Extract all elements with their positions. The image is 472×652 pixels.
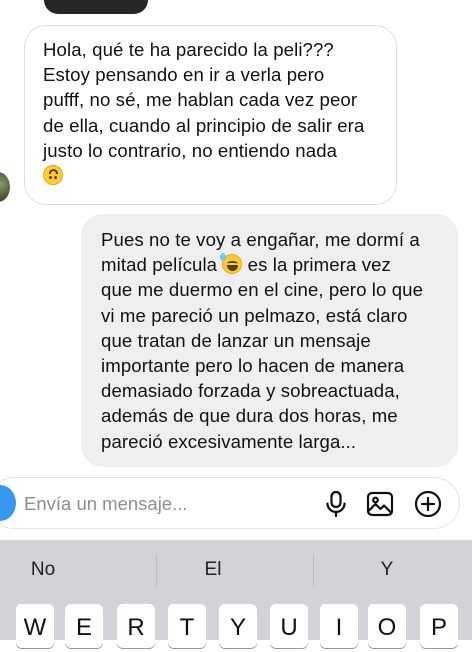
key-i[interactable]: I	[320, 604, 358, 648]
message-line: que tratan de lanzar un mensaje	[101, 329, 371, 351]
emoji-line	[43, 163, 380, 188]
message-line: mitad película es la primera vez	[101, 252, 444, 277]
key-o[interactable]: O	[368, 604, 406, 648]
keyboard: No El Y W E R T Y U I O P	[0, 540, 472, 648]
message-input[interactable]	[24, 491, 274, 517]
incoming-message-bubble[interactable]: Hola, qué te ha parecido la peli??? Esto…	[24, 25, 397, 205]
message-line: vi me pareció un pelmazo, está claro	[101, 304, 408, 326]
message-line: Hola, qué te ha parecido la peli???	[43, 39, 334, 60]
key-p[interactable]: P	[420, 604, 458, 648]
message-line: pareció excesivamente larga...	[101, 430, 357, 452]
message-line: Pues no te voy a engañar, me dormí a	[101, 229, 420, 250]
message-text: mitad película	[101, 254, 223, 276]
message-text: es la primera vez	[242, 254, 391, 276]
message-line: además de que dura dos horas, me	[101, 405, 398, 427]
message-line: importante pero lo hacen de manera	[101, 355, 405, 377]
upside-down-face-emoji	[43, 165, 63, 186]
microphone-icon[interactable]	[321, 489, 351, 519]
key-w[interactable]: W	[16, 604, 54, 648]
add-icon[interactable]	[413, 489, 443, 519]
suggestion-2[interactable]: El	[198, 559, 228, 581]
message-line: que me duermo en el cine, pero lo que	[101, 279, 424, 301]
suggestion-3[interactable]: Y	[372, 559, 402, 581]
key-y[interactable]: Y	[219, 604, 257, 648]
gallery-icon[interactable]	[365, 489, 395, 519]
message-line: demasiado forzada y sobreactuada,	[101, 380, 400, 402]
contact-avatar[interactable]	[0, 172, 10, 202]
previous-message-bubble	[44, 0, 148, 14]
outgoing-message-bubble[interactable]: Pues no te voy a engañar, me dormí a mit…	[81, 214, 458, 467]
key-t[interactable]: T	[168, 604, 206, 648]
grinning-sweat-emoji	[220, 253, 243, 275]
divider	[156, 554, 157, 586]
message-line: Estoy pensando en ir a verla pero	[43, 64, 325, 86]
message-line: pufff, no sé, me hablan cada vez peor	[43, 89, 358, 111]
message-line: de ella, cuando al principio de salir er…	[43, 114, 365, 136]
key-u[interactable]: U	[270, 604, 308, 648]
suggestion-bar: No El Y	[0, 540, 472, 600]
message-line: justo lo contrario, no entiendo nada	[43, 139, 338, 161]
key-r[interactable]: R	[117, 604, 155, 648]
key-e[interactable]: E	[65, 604, 103, 648]
suggestion-1[interactable]: No	[28, 559, 58, 581]
divider	[313, 554, 314, 586]
